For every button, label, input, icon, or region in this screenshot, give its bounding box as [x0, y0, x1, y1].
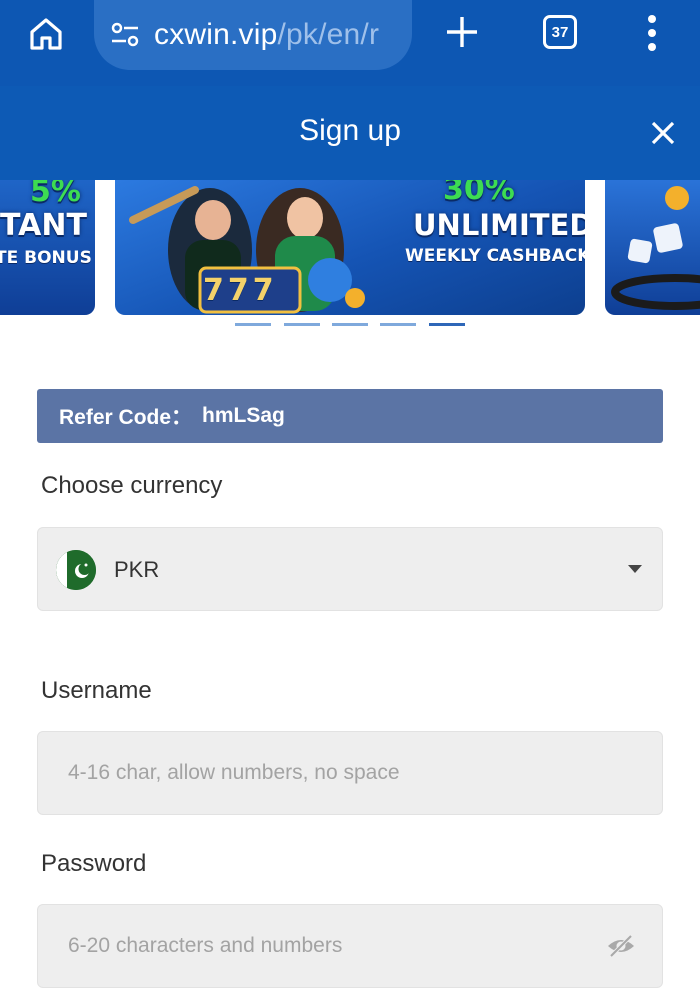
currency-value: PKR: [114, 557, 160, 582]
tab-switcher-button[interactable]: 37: [543, 15, 577, 49]
carousel-dot[interactable]: [380, 323, 416, 326]
eye-off-icon[interactable]: [606, 933, 636, 959]
signup-header: Sign up: [0, 86, 700, 180]
home-icon[interactable]: [26, 14, 66, 54]
slot-reels-text: 777: [203, 273, 278, 308]
browser-toolbar: cxwin.vip/pk/en/r 37: [0, 0, 700, 86]
address-bar[interactable]: cxwin.vip/pk/en/r: [94, 0, 412, 70]
username-placeholder: 4-16 char, allow numbers, no space: [68, 761, 400, 784]
new-tab-icon[interactable]: [444, 14, 480, 50]
password-field[interactable]: 6-20 characters and numbers: [37, 904, 663, 988]
pakistan-flag-icon: [56, 550, 96, 590]
promo-slide-previous[interactable]: 5% TANT TE BONUS: [0, 180, 95, 315]
page-title: Sign up: [299, 114, 401, 147]
carousel-dot[interactable]: [235, 323, 271, 326]
currency-select[interactable]: PKR: [37, 527, 663, 611]
promo-slide-previous-subline: TE BONUS: [0, 248, 92, 268]
refer-code-banner: Refer Code： hmLSag: [37, 389, 663, 443]
promo-slide-active-subline: WEEKLY CASHBACK: [405, 246, 585, 266]
promo-slide-next[interactable]: [605, 180, 700, 315]
password-placeholder: 6-20 characters and numbers: [68, 934, 343, 957]
carousel-dot[interactable]: [284, 323, 320, 326]
promo-slide-active-percent: 30%: [443, 180, 515, 207]
promo-slide-previous-percent: 5%: [30, 180, 81, 209]
refer-code-label: Refer Code：: [59, 406, 193, 429]
site-settings-icon[interactable]: [110, 20, 140, 50]
promo-slide-previous-headline: TANT: [0, 208, 87, 243]
carousel-dot[interactable]: [332, 323, 368, 326]
promo-slide-active-headline: UNLIMITED: [413, 208, 585, 242]
url-text[interactable]: cxwin.vip/pk/en/r: [154, 18, 379, 52]
url-host: cxwin.vip: [154, 18, 278, 51]
promo-slide-active[interactable]: 777 30% UNLIMITED WEEKLY CASHBACK: [115, 180, 585, 315]
carousel-dot-active[interactable]: [429, 323, 465, 326]
refer-code-value: hmLSag: [202, 404, 285, 427]
casino-chips-image: [611, 186, 700, 310]
close-icon[interactable]: [648, 118, 678, 148]
more-menu-icon[interactable]: [640, 14, 664, 52]
currency-label: Choose currency: [41, 472, 223, 499]
chevron-down-icon: [628, 565, 642, 573]
username-label: Username: [41, 677, 152, 704]
password-label: Password: [41, 850, 147, 877]
promo-carousel[interactable]: 5% TANT TE BONUS 777 30% UNLIMITED WEEKL…: [0, 180, 700, 340]
username-field[interactable]: 4-16 char, allow numbers, no space: [37, 731, 663, 815]
carousel-pagination: [0, 323, 700, 329]
url-path: /pk/en/r: [277, 18, 380, 51]
